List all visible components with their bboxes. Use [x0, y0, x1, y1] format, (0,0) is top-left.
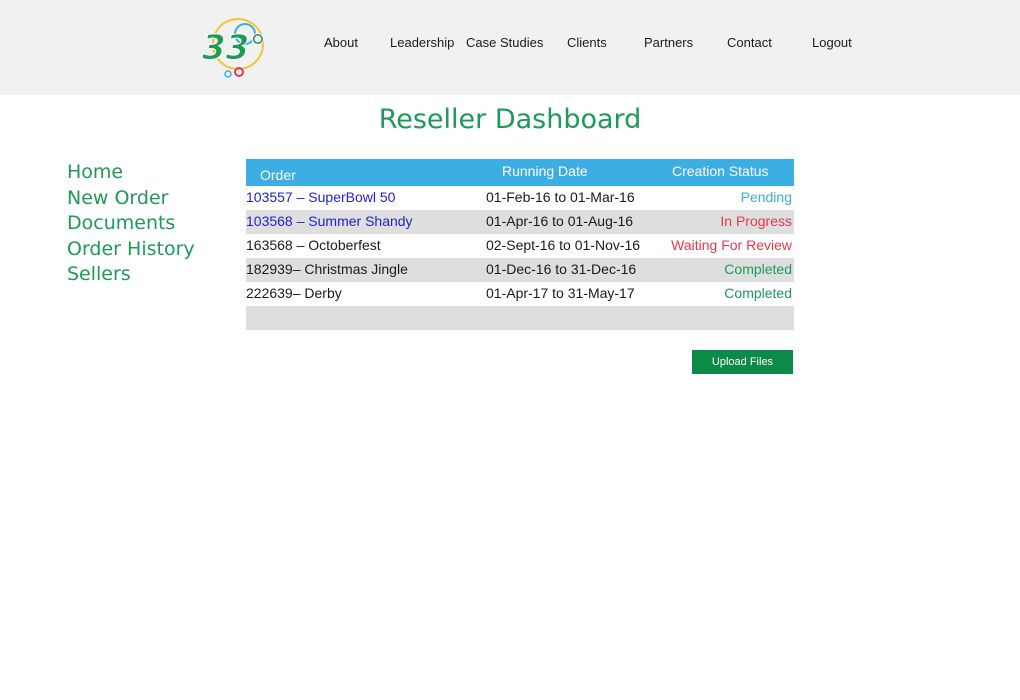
status-text: Waiting For Review: [671, 237, 792, 253]
status-text: Completed: [724, 261, 792, 277]
sidebar-item-home[interactable]: Home: [67, 160, 195, 186]
table-row: 103568 – Summer Shandy 01-Apr-16 to 01-A…: [246, 210, 794, 234]
table-row: 222639– Derby 01-Apr-17 to 31-May-17 Com…: [246, 282, 794, 306]
table-row: 182939– Christmas Jingle 01-Dec-16 to 31…: [246, 258, 794, 282]
running-date: 01-Apr-16 to 01-Aug-16: [486, 213, 634, 229]
table-footer: [246, 306, 794, 330]
orders-table: Order Running Date Creation Status 10355…: [246, 159, 794, 330]
logo-text: 33°: [202, 28, 266, 68]
table-row: 103557 – SuperBowl 50 01-Feb-16 to 01-Ma…: [246, 186, 794, 210]
status-text: In Progress: [720, 213, 792, 229]
order-link[interactable]: 103568 – Summer Shandy: [246, 213, 413, 229]
table-header: Order Running Date Creation Status: [246, 159, 794, 186]
column-header-running-date: Running Date: [502, 163, 588, 179]
column-header-creation-status: Creation Status: [672, 163, 769, 179]
nav-logout[interactable]: Logout: [812, 35, 852, 50]
nav-clients[interactable]: Clients: [567, 35, 607, 50]
order-name: 222639– Derby: [246, 285, 342, 301]
nav-contact[interactable]: Contact: [727, 35, 772, 50]
sidebar-item-new-order[interactable]: New Order: [67, 186, 195, 212]
upload-files-button[interactable]: Upload Files: [692, 350, 793, 374]
sidebar-item-sellers[interactable]: Sellers: [67, 262, 195, 288]
nav-case-studies[interactable]: Case Studies: [466, 35, 543, 50]
running-date: 01-Apr-17 to 31-May-17: [486, 285, 635, 301]
order-name: 163568 – Octoberfest: [246, 237, 381, 253]
running-date: 01-Feb-16 to 01-Mar-16: [486, 189, 635, 205]
running-date: 02-Sept-16 to 01-Nov-16: [486, 237, 641, 253]
page-title: Reseller Dashboard: [378, 104, 642, 135]
order-link[interactable]: 103557 – SuperBowl 50: [246, 189, 395, 205]
sidebar-item-documents[interactable]: Documents: [67, 211, 195, 237]
running-date: 01-Dec-16 to 31-Dec-16: [486, 261, 637, 277]
nav-about[interactable]: About: [324, 35, 358, 50]
brand-logo[interactable]: 33°: [200, 14, 268, 80]
nav-leadership[interactable]: Leadership: [390, 35, 454, 50]
order-name: 182939– Christmas Jingle: [246, 261, 408, 277]
sidebar-item-order-history[interactable]: Order History: [67, 237, 195, 263]
nav-partners[interactable]: Partners: [644, 35, 693, 50]
status-text: Pending: [740, 189, 792, 205]
sidebar: Home New Order Documents Order History S…: [67, 160, 195, 288]
column-header-order: Order: [260, 167, 296, 183]
table-row: 163568 – Octoberfest 02-Sept-16 to 01-No…: [246, 234, 794, 258]
site-header: 33° About Leadership Case Studies Client…: [0, 0, 1020, 95]
status-text: Completed: [724, 285, 792, 301]
